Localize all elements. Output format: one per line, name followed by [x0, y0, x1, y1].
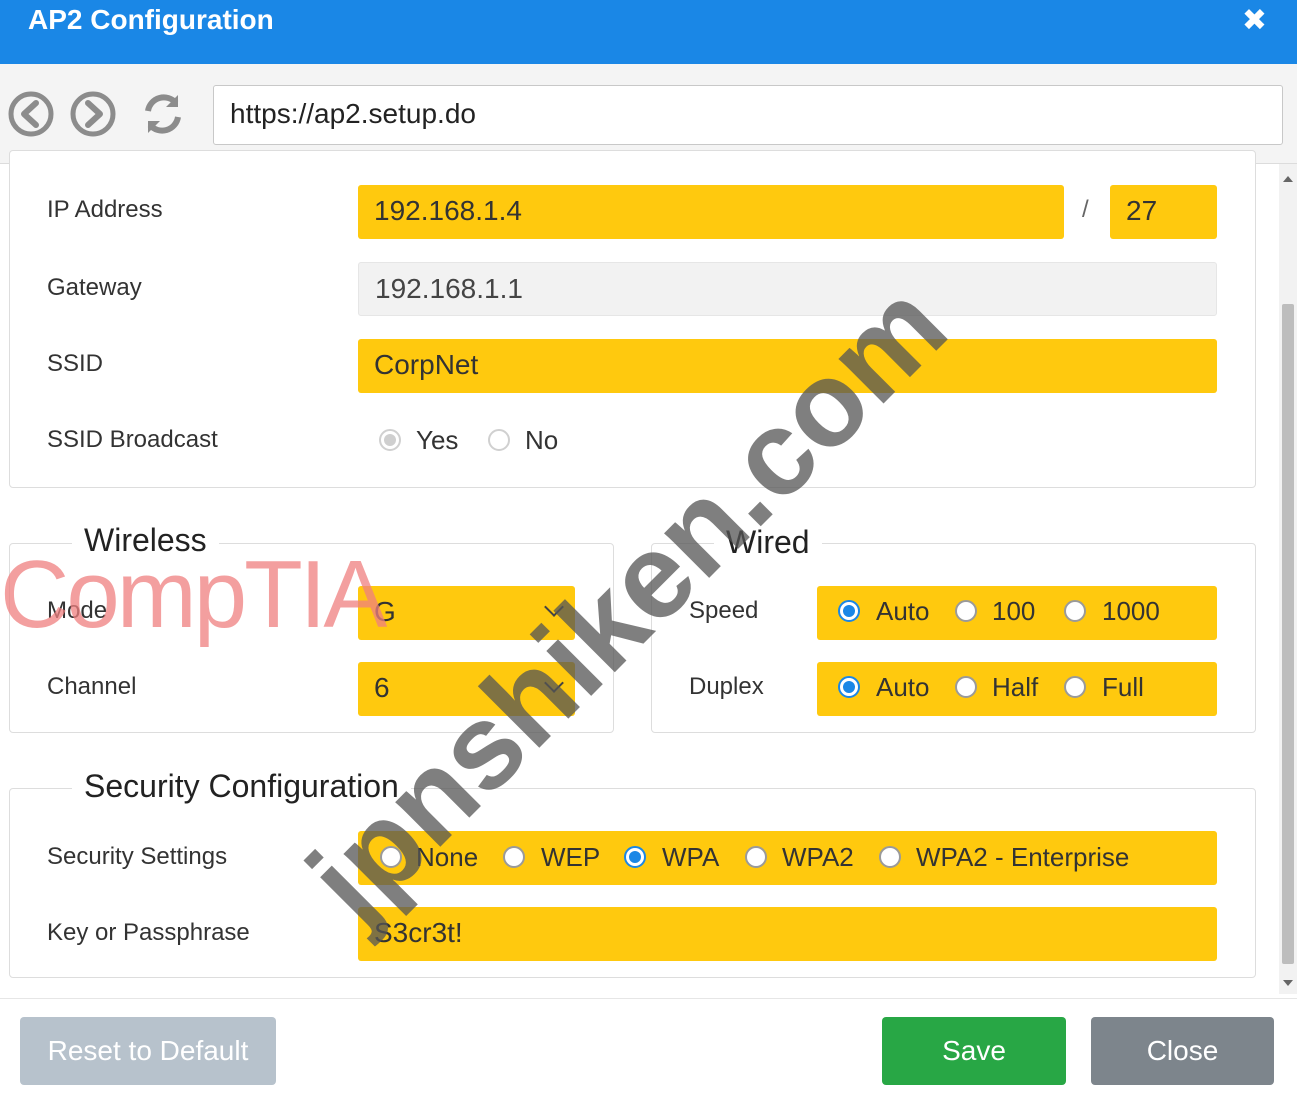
- wired-legend: Wired: [714, 524, 822, 561]
- chevron-down-icon: [544, 673, 564, 693]
- subnet-mask-input[interactable]: 27: [1110, 185, 1217, 239]
- channel-value: 6: [374, 672, 390, 703]
- scroll-up-icon[interactable]: [1283, 176, 1293, 182]
- back-arrow-icon[interactable]: [8, 91, 54, 137]
- duplex-auto-radio[interactable]: [838, 676, 860, 698]
- ip-address-label: IP Address: [47, 196, 163, 223]
- security-wpa-label: WPA: [662, 842, 720, 872]
- scroll-down-icon[interactable]: [1283, 980, 1293, 986]
- mode-select[interactable]: G: [358, 586, 575, 640]
- duplex-full-radio[interactable]: [1064, 676, 1086, 698]
- channel-select[interactable]: 6: [358, 662, 575, 716]
- security-wpa-radio[interactable]: [624, 846, 646, 868]
- security-legend: Security Configuration: [72, 768, 411, 805]
- window-title: AP2 Configuration: [28, 4, 274, 35]
- mode-value: G: [374, 596, 396, 627]
- wireless-legend: Wireless: [72, 522, 219, 559]
- forward-arrow-icon[interactable]: [70, 91, 116, 137]
- title-bar: AP2 Configuration ✖: [0, 0, 1297, 64]
- close-icon[interactable]: ✖: [1242, 6, 1267, 36]
- browser-nav-bar: https://ap2.setup.do: [0, 64, 1297, 164]
- broadcast-yes-label: Yes: [416, 425, 459, 455]
- chevron-down-icon: [544, 597, 564, 617]
- ssid-input[interactable]: CorpNet: [358, 339, 1217, 393]
- speed-auto-radio[interactable]: [838, 600, 860, 622]
- broadcast-no-label: No: [525, 425, 559, 455]
- security-wep-label: WEP: [541, 842, 601, 872]
- cidr-slash: /: [1082, 196, 1089, 223]
- security-wpa2-label: WPA2: [782, 842, 854, 872]
- speed-auto-label: Auto: [876, 596, 930, 626]
- security-wpa2-enterprise-label: WPA2 - Enterprise: [916, 842, 1130, 872]
- duplex-half-radio[interactable]: [955, 676, 977, 698]
- security-wpa2-enterprise-radio[interactable]: [879, 846, 901, 868]
- save-button[interactable]: Save: [882, 1017, 1066, 1085]
- security-none-radio[interactable]: [380, 846, 402, 868]
- gateway-input[interactable]: 192.168.1.1: [358, 262, 1217, 316]
- duplex-half-label: Half: [992, 672, 1039, 702]
- duplex-label: Duplex: [689, 673, 764, 700]
- footer-divider: [0, 998, 1297, 999]
- speed-100-radio[interactable]: [955, 600, 977, 622]
- security-settings-label: Security Settings: [47, 843, 228, 870]
- ssid-broadcast-label: SSID Broadcast: [47, 426, 218, 453]
- close-button[interactable]: Close: [1091, 1017, 1274, 1085]
- duplex-full-label: Full: [1102, 672, 1144, 702]
- channel-label: Channel: [47, 673, 137, 700]
- security-none-label: None: [416, 842, 479, 872]
- reset-to-default-button[interactable]: Reset to Default: [20, 1017, 276, 1085]
- mode-label: Mode: [47, 597, 108, 624]
- gateway-label: Gateway: [47, 274, 142, 301]
- security-wpa2-radio[interactable]: [745, 846, 767, 868]
- ip-address-input[interactable]: 192.168.1.4: [358, 185, 1064, 239]
- speed-label: Speed: [689, 597, 759, 624]
- duplex-auto-label: Auto: [876, 672, 930, 702]
- ssid-label: SSID: [47, 350, 104, 377]
- scrollbar[interactable]: [1279, 164, 1297, 994]
- refresh-icon[interactable]: [140, 91, 186, 137]
- speed-100-label: 100: [992, 596, 1036, 626]
- broadcast-yes-radio[interactable]: [379, 429, 401, 451]
- passphrase-label: Key or Passphrase: [47, 919, 250, 946]
- speed-1000-label: 1000: [1102, 596, 1160, 626]
- broadcast-no-radio[interactable]: [488, 429, 510, 451]
- security-wep-radio[interactable]: [503, 846, 525, 868]
- speed-1000-radio[interactable]: [1064, 600, 1086, 622]
- scrollbar-thumb[interactable]: [1282, 304, 1294, 964]
- url-bar[interactable]: https://ap2.setup.do: [213, 85, 1283, 145]
- passphrase-input[interactable]: S3cr3t!: [358, 907, 1217, 961]
